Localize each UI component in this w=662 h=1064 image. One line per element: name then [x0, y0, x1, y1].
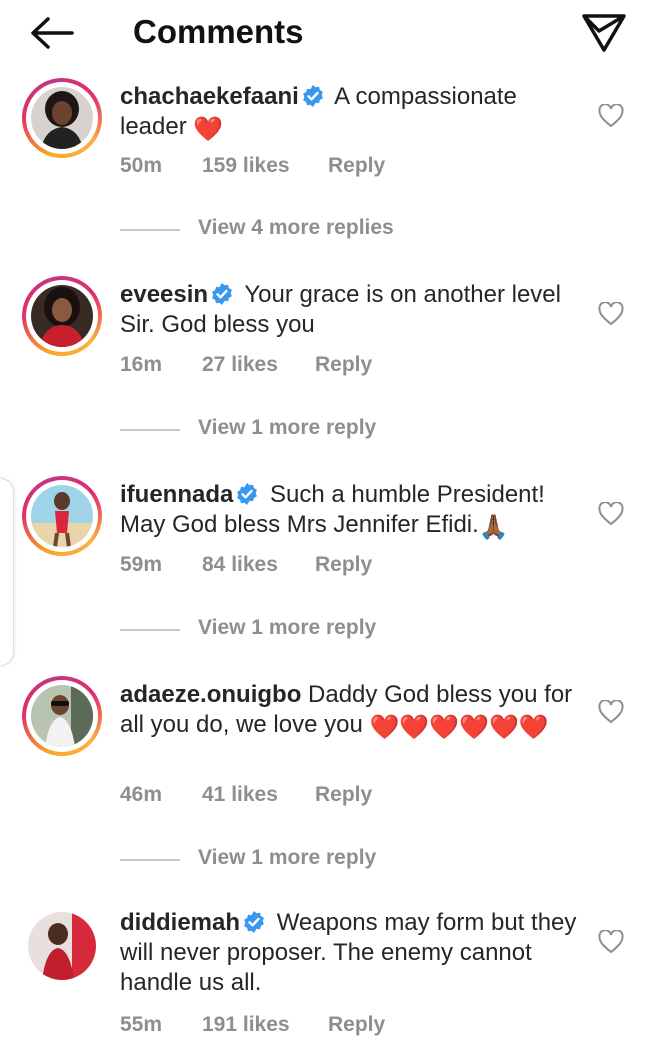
comment-time: 55m: [120, 1013, 163, 1036]
reply-button[interactable]: Reply: [315, 553, 372, 577]
replies-divider: [120, 429, 180, 431]
back-arrow-icon[interactable]: [28, 14, 76, 52]
verified-badge-icon: [242, 910, 266, 934]
view-replies-button[interactable]: View 4 more replies: [120, 214, 520, 244]
heart-icon[interactable]: [598, 699, 624, 724]
avatar-story-ring[interactable]: [22, 78, 102, 158]
share-direct-icon[interactable]: [580, 10, 628, 54]
reply-button[interactable]: Reply: [315, 783, 372, 807]
comment-time: 59m: [120, 553, 163, 576]
comment-item: chachaekefaani A compassionate leader ❤️…: [0, 78, 662, 248]
avatar: [31, 285, 93, 347]
view-replies-button[interactable]: View 1 more reply: [120, 614, 520, 644]
avatar: [31, 485, 93, 547]
likes-count[interactable]: 84 likes: [202, 553, 278, 577]
heart-icon[interactable]: [598, 301, 624, 326]
avatar-ring[interactable]: [22, 906, 102, 986]
view-replies-label: View 1 more reply: [198, 616, 377, 639]
view-replies-label: View 1 more reply: [198, 846, 377, 869]
avatar: [31, 685, 93, 747]
verified-badge-icon: [235, 482, 259, 506]
comment-time: 50m: [120, 154, 163, 177]
replies-divider: [120, 859, 180, 861]
comment-time: 16m: [120, 353, 163, 376]
comment-username[interactable]: ifuennada: [120, 481, 233, 508]
likes-count[interactable]: 159 likes: [202, 154, 290, 178]
likes-count[interactable]: 27 likes: [202, 353, 278, 377]
comment-username[interactable]: chachaekefaani: [120, 83, 299, 110]
comment-emoji: 🙏🏾: [478, 514, 509, 541]
top-bar: Comments: [0, 0, 662, 66]
reply-button[interactable]: Reply: [328, 1013, 385, 1037]
comment-username[interactable]: diddiemah: [120, 909, 240, 936]
avatar: [28, 912, 96, 980]
comment-time: 46m: [120, 783, 163, 806]
view-replies-button[interactable]: View 1 more reply: [120, 844, 520, 874]
comment-item: eveesin Your grace is on another level S…: [0, 276, 662, 446]
avatar-story-ring[interactable]: [22, 476, 102, 556]
view-replies-label: View 4 more replies: [198, 216, 394, 239]
avatar-story-ring[interactable]: [22, 676, 102, 756]
likes-count[interactable]: 191 likes: [202, 1013, 290, 1037]
replies-divider: [120, 629, 180, 631]
comment-username[interactable]: adaeze.onuigbo: [120, 681, 301, 708]
avatar-story-ring[interactable]: [22, 276, 102, 356]
view-replies-label: View 1 more reply: [198, 416, 377, 439]
comment-emoji: ❤️❤️❤️❤️❤️❤️: [369, 714, 549, 741]
page-title: Comments: [133, 13, 304, 50]
likes-count[interactable]: 41 likes: [202, 783, 278, 807]
view-replies-button[interactable]: View 1 more reply: [120, 414, 520, 444]
replies-divider: [120, 229, 180, 231]
reply-button[interactable]: Reply: [328, 154, 385, 178]
comment-item: diddiemah Weapons may form but they will…: [0, 906, 662, 1056]
comment-item: adaeze.onuigbo Daddy God bless you for a…: [0, 676, 662, 876]
reply-button[interactable]: Reply: [315, 353, 372, 377]
comment-item: ifuennada Such a humble President! May G…: [0, 476, 662, 646]
heart-icon[interactable]: [598, 501, 624, 526]
verified-badge-icon: [301, 84, 325, 108]
heart-icon[interactable]: [598, 929, 624, 954]
heart-icon[interactable]: [598, 103, 624, 128]
verified-badge-icon: [210, 282, 234, 306]
comment-username[interactable]: eveesin: [120, 281, 208, 308]
comment-emoji: ❤️: [193, 116, 224, 143]
avatar: [31, 87, 93, 149]
